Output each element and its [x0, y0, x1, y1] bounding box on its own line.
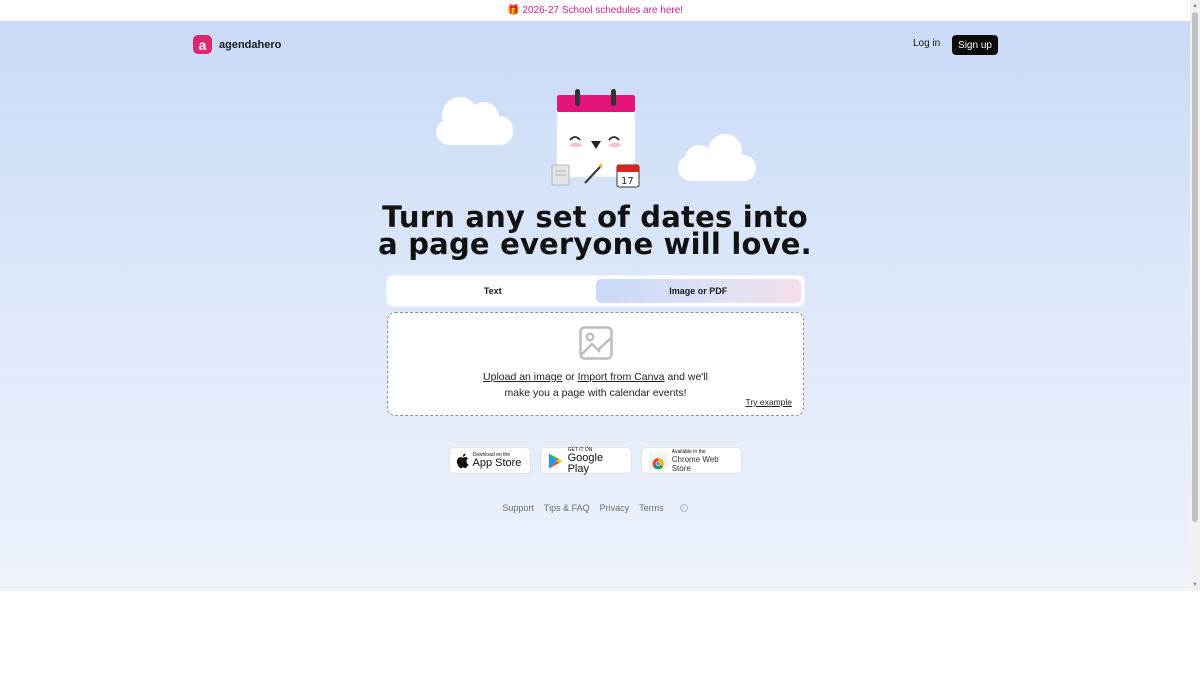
- signup-button[interactable]: Sign up: [952, 35, 998, 55]
- dropzone-instructions: Upload an image or Import from Canva and…: [388, 369, 803, 401]
- google-play-big-text: Google Play: [567, 451, 604, 475]
- logo[interactable]: a agendahero: [193, 35, 281, 54]
- headline-line-2: a page everyone will love.: [378, 227, 812, 261]
- google-play-icon: [548, 452, 563, 469]
- footer-link-terms[interactable]: Terms: [639, 503, 664, 513]
- upload-image-link[interactable]: Upload an image: [483, 371, 562, 383]
- footer-link-tips-faq[interactable]: Tips & FAQ: [544, 503, 590, 513]
- input-mode-tabs: Text Image or PDF: [387, 276, 804, 306]
- info-icon[interactable]: i: [679, 504, 688, 512]
- banner-text[interactable]: 2026-27 School schedules are here!: [522, 5, 683, 16]
- page: 🎁 2026-27 School schedules are here! a a…: [0, 0, 1200, 675]
- cloud-right-icon: [678, 134, 756, 181]
- dropzone-text-line2: make you a page with calendar events!: [504, 387, 687, 399]
- app-store-badge[interactable]: Download on the App Store: [448, 447, 531, 474]
- try-example-link[interactable]: Try example: [746, 397, 792, 407]
- store-badges: Download on the App Store GET IT ON Goog…: [0, 447, 1190, 474]
- hero-section: a agendahero Log in Sign up ✦ 17 Turn an…: [0, 21, 1190, 591]
- apple-icon: [456, 453, 468, 468]
- google-play-badge[interactable]: GET IT ON Google Play: [539, 447, 632, 475]
- app-store-big-text: App Store: [472, 457, 522, 469]
- chrome-web-store-badge[interactable]: Available in the Chrome Web Store: [640, 447, 742, 474]
- import-canva-link[interactable]: Import from Canva: [578, 371, 665, 383]
- footer-link-privacy[interactable]: Privacy: [600, 503, 630, 513]
- logo-text: agendahero: [219, 38, 282, 51]
- calendar-mascot-icon: ✦ 17: [551, 89, 640, 188]
- footer-link-support[interactable]: Support: [502, 503, 534, 513]
- scrollbar-thumb[interactable]: [1192, 12, 1198, 522]
- cloud-left-icon: [436, 97, 513, 145]
- chrome-big-text: Chrome Web Store: [671, 454, 719, 473]
- tab-text[interactable]: Text: [390, 279, 596, 303]
- or-text: or: [562, 371, 578, 383]
- footer-links: Support Tips & FAQ Privacy Terms i: [0, 503, 1190, 513]
- svg-text:✦: ✦: [597, 162, 605, 172]
- scroll-down-arrow-icon[interactable]: ▼: [1191, 581, 1199, 589]
- upload-dropzone[interactable]: Upload an image or Import from Canva and…: [387, 312, 804, 416]
- tab-image-or-pdf[interactable]: Image or PDF: [595, 279, 801, 303]
- mascot-calendar-date: 17: [621, 176, 634, 187]
- dropzone-text-line1-rest: and we'll: [664, 371, 708, 383]
- login-link[interactable]: Log in: [913, 38, 940, 49]
- image-placeholder-icon: [579, 326, 613, 360]
- announcement-banner[interactable]: 🎁 2026-27 School schedules are here!: [0, 0, 1190, 21]
- page-title: Turn any set of dates into a page everyo…: [0, 203, 1190, 261]
- gift-icon: 🎁: [506, 5, 520, 16]
- chrome-icon: [648, 452, 667, 469]
- logo-mark: a: [193, 35, 212, 54]
- page-scrollbar[interactable]: ▲ ▼: [1190, 0, 1200, 591]
- scroll-up-arrow-icon[interactable]: ▲: [1191, 2, 1199, 10]
